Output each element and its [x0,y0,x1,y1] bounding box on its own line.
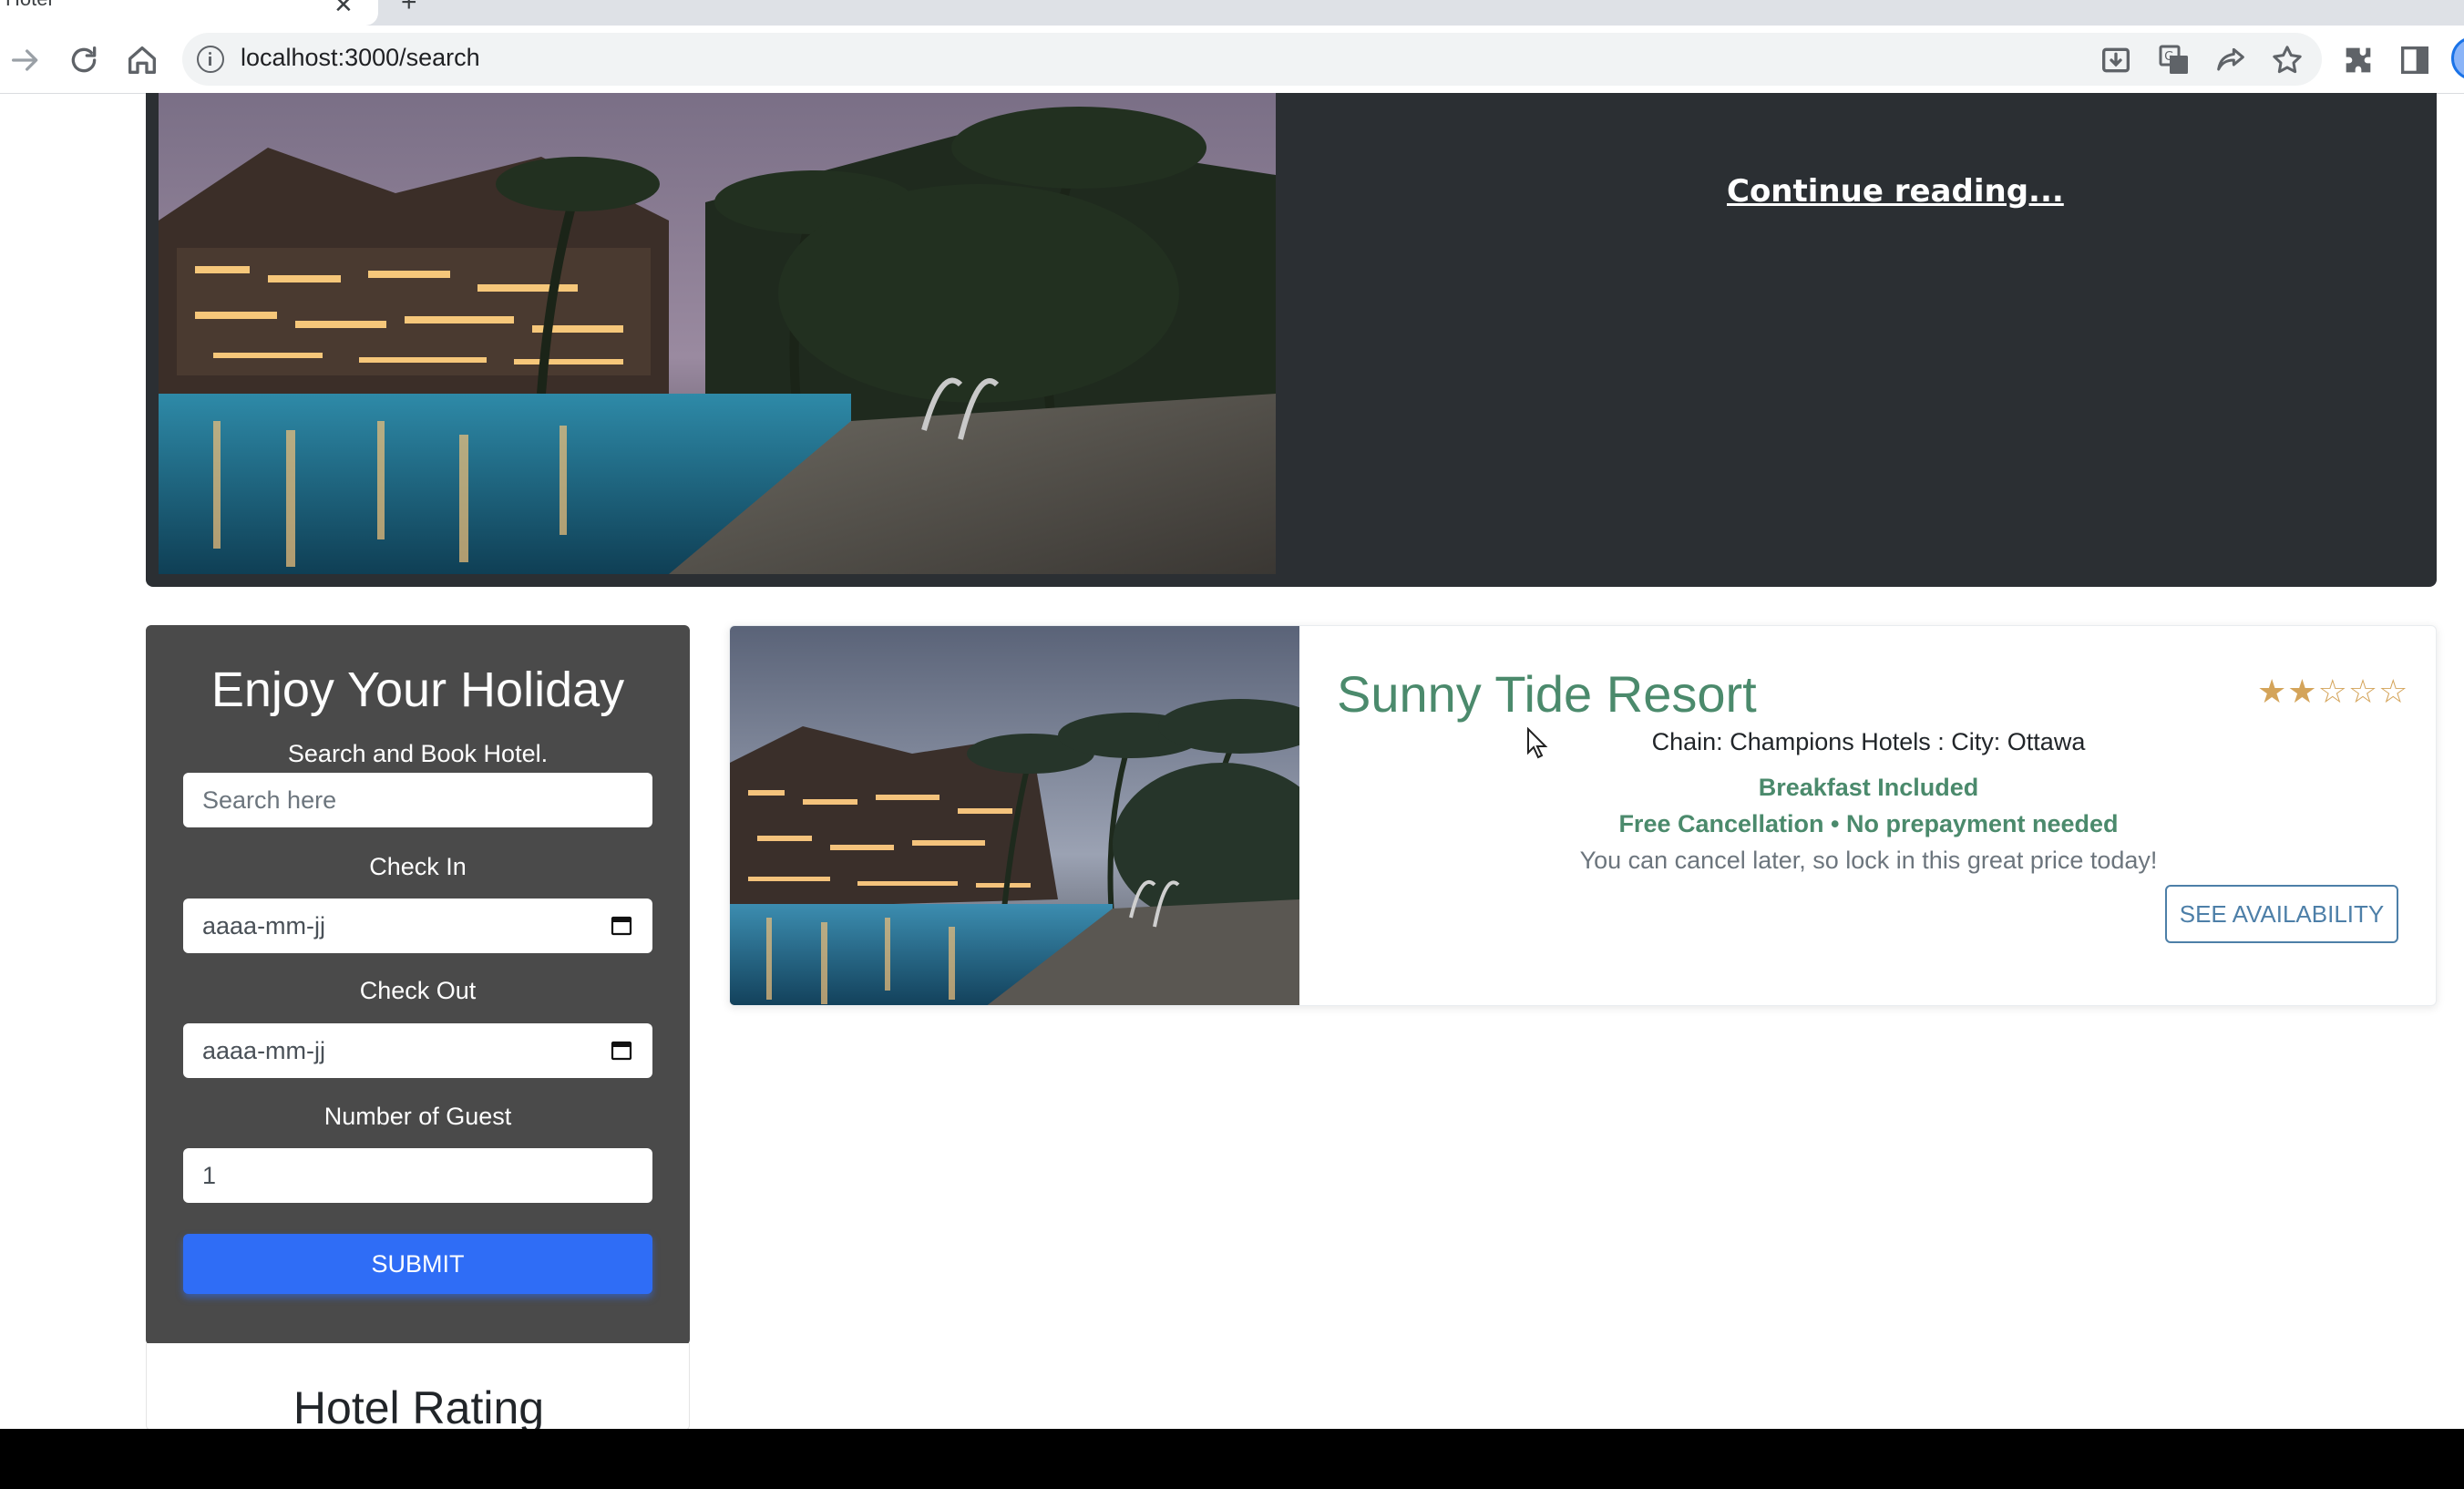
forward-icon[interactable] [7,42,44,78]
bookmark-star-icon[interactable] [2269,42,2305,78]
tab-title: Hotel [5,0,52,11]
breakfast-included-text: Breakfast Included [1758,774,1979,801]
hotel-rating-panel: Hotel Rating [146,1343,690,1433]
tab-strip: Hotel ✕ + [0,0,2464,26]
check-out-value: aaaa-mm-jj [202,1037,326,1064]
star-icon: ☆ [2347,673,2379,711]
reload-icon[interactable] [66,42,102,78]
check-in-label: Check In [369,853,467,880]
guests-label: Number of Guest [323,1103,512,1130]
url-text[interactable]: localhost:3000/search [241,44,480,72]
new-tab-icon[interactable]: + [401,0,417,18]
hero-banner: Continue reading... [146,93,2437,587]
star-icon: ☆ [2378,673,2409,711]
hotel-result-card: Sunny Tide Resort ★★☆☆☆ Chain: Champions… [729,625,2437,1006]
tab-close-icon[interactable]: ✕ [334,0,354,19]
svg-text:G: G [2164,50,2173,64]
share-icon[interactable] [2212,42,2249,78]
cancel-later-note: You can cancel later, so lock in this gr… [1579,847,2158,874]
taskbar [0,1429,2464,1489]
guests-field[interactable]: 1 [183,1148,652,1203]
check-in-field[interactable]: aaaa-mm-jj [183,899,652,953]
side-panel-icon[interactable] [2397,42,2433,78]
hotel-image [730,626,1299,1005]
star-icon: ★ [2257,673,2288,711]
check-in-value: aaaa-mm-jj [202,912,326,940]
free-cancellation-text: Free Cancellation • No prepayment needed [1618,810,2119,837]
star-icon: ★ [2287,673,2318,711]
info-icon[interactable] [197,46,224,73]
search-panel-title: Enjoy Your Holiday [210,662,625,717]
address-bar[interactable] [182,33,2322,86]
hero-resort-image [159,93,1276,574]
hotel-name[interactable]: Sunny Tide Resort [1337,664,1757,724]
check-out-field[interactable]: aaaa-mm-jj [183,1023,652,1078]
check-out-label: Check Out [359,977,477,1004]
hotel-chain-city: Chain: Champions Hotels : City: Ottawa [1651,728,2086,755]
extensions-icon[interactable] [2340,42,2377,78]
calendar-icon[interactable] [611,1039,632,1061]
search-panel: Enjoy Your Holiday Search and Book Hotel… [146,625,690,1345]
install-icon[interactable] [2098,42,2134,78]
hotel-rating-title: Hotel Rating [293,1382,545,1433]
translate-icon[interactable]: G [2156,42,2192,78]
search-panel-subtitle: Search and Book Hotel. [287,740,549,767]
continue-reading-link[interactable]: Continue reading... [1727,173,2064,210]
see-availability-button[interactable]: SEE AVAILABILITY [2165,885,2398,943]
home-icon[interactable] [124,42,160,78]
hotel-star-rating: ★★☆☆☆ [2257,673,2408,711]
calendar-icon[interactable] [611,914,632,936]
submit-button[interactable]: SUBMIT [183,1234,652,1294]
star-icon: ☆ [2317,673,2348,711]
cursor-icon [1527,727,1548,759]
search-input[interactable]: Search here [183,773,652,827]
browser-tab[interactable]: Hotel ✕ [0,0,378,26]
